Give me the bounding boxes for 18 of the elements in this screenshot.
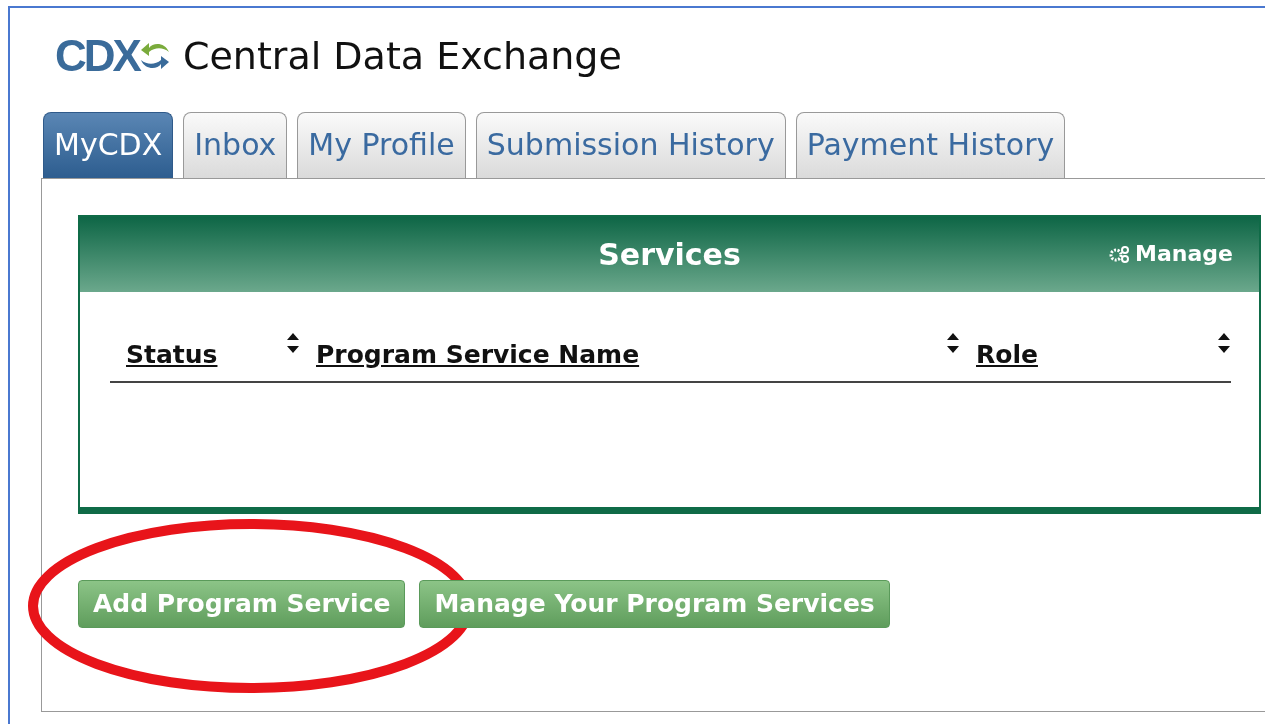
column-header[interactable]: Program Service Name: [316, 340, 640, 369]
logo-text: CDX: [55, 31, 139, 81]
panel-title: Services: [598, 237, 741, 272]
tab[interactable]: MyCDX: [43, 112, 174, 178]
column-header[interactable]: Status: [126, 340, 218, 369]
gears-icon: [1108, 244, 1131, 263]
tab[interactable]: Inbox: [183, 112, 288, 178]
sort-icon[interactable]: [1217, 332, 1231, 354]
page-title: Central Data Exchange: [182, 34, 622, 78]
column-header[interactable]: Role: [976, 340, 1038, 369]
action-button[interactable]: Manage Your Program Services: [419, 580, 890, 628]
tab[interactable]: Payment History: [795, 112, 1066, 178]
manage-link[interactable]: Manage: [1108, 241, 1233, 266]
tab[interactable]: Submission History: [475, 112, 786, 178]
sort-icon[interactable]: [286, 332, 300, 354]
tab[interactable]: My Profile: [297, 112, 466, 178]
action-button[interactable]: Add Program Service: [78, 580, 406, 628]
sort-icon[interactable]: [946, 332, 960, 354]
